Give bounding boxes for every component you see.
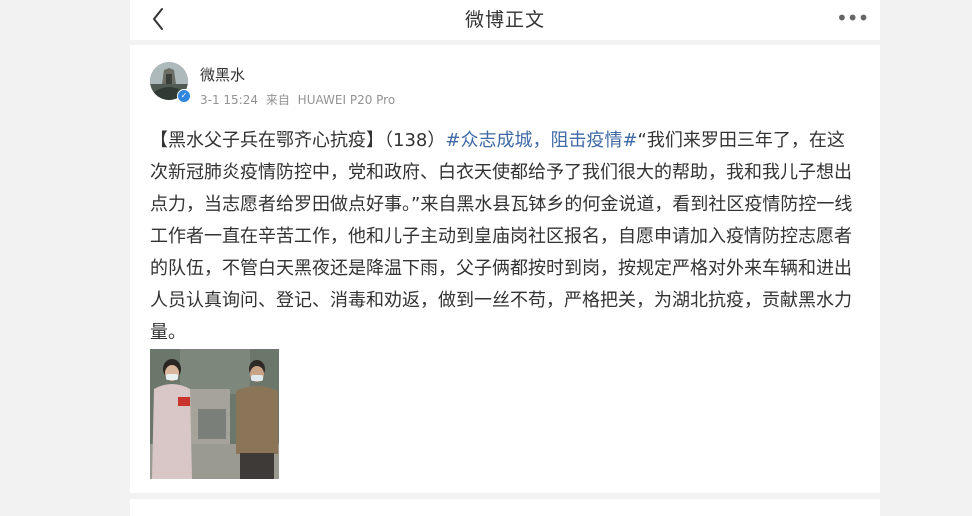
volunteers-photo <box>150 349 279 479</box>
post-body: “我们来罗田三年了，在这次新冠肺炎疫情防控中，党和政府、白衣天使都给予了我们很大… <box>150 130 853 343</box>
weibo-detail-column: 微博正文 ••• ✓ 微黑水 3-1 15:24 来自 HUAWEI P20 P… <box>130 0 880 516</box>
more-dots-icon: ••• <box>836 6 869 30</box>
page-title: 微博正文 <box>464 9 545 31</box>
verified-check-icon: ✓ <box>180 91 188 100</box>
post-image[interactable] <box>150 349 279 479</box>
more-options-button[interactable]: ••• <box>836 3 869 33</box>
post-title-prefix: 【黑水父子兵在鄂齐心抗疫】（138） <box>150 130 446 151</box>
post-meta: 3-1 15:24 来自 HUAWEI P20 Pro <box>200 91 395 108</box>
post-source: HUAWEI P20 Pro <box>297 93 396 107</box>
post-text: 【黑水父子兵在鄂齐心抗疫】（138）#众志成城，阻击疫情#“我们来罗田三年了，在… <box>150 125 862 349</box>
author-name[interactable]: 微黑水 <box>200 64 245 85</box>
top-navigation-bar: 微博正文 ••• <box>130 0 880 40</box>
hashtag-link[interactable]: #众志成城，阻击疫情# <box>445 130 637 151</box>
post-date: 3-1 15:24 <box>200 93 258 107</box>
post-card: ✓ 微黑水 3-1 15:24 来自 HUAWEI P20 Pro 【黑水父子兵… <box>130 45 880 493</box>
source-prefix: 来自 <box>265 93 290 107</box>
next-section-card <box>130 499 880 516</box>
verified-badge: ✓ <box>177 89 191 103</box>
